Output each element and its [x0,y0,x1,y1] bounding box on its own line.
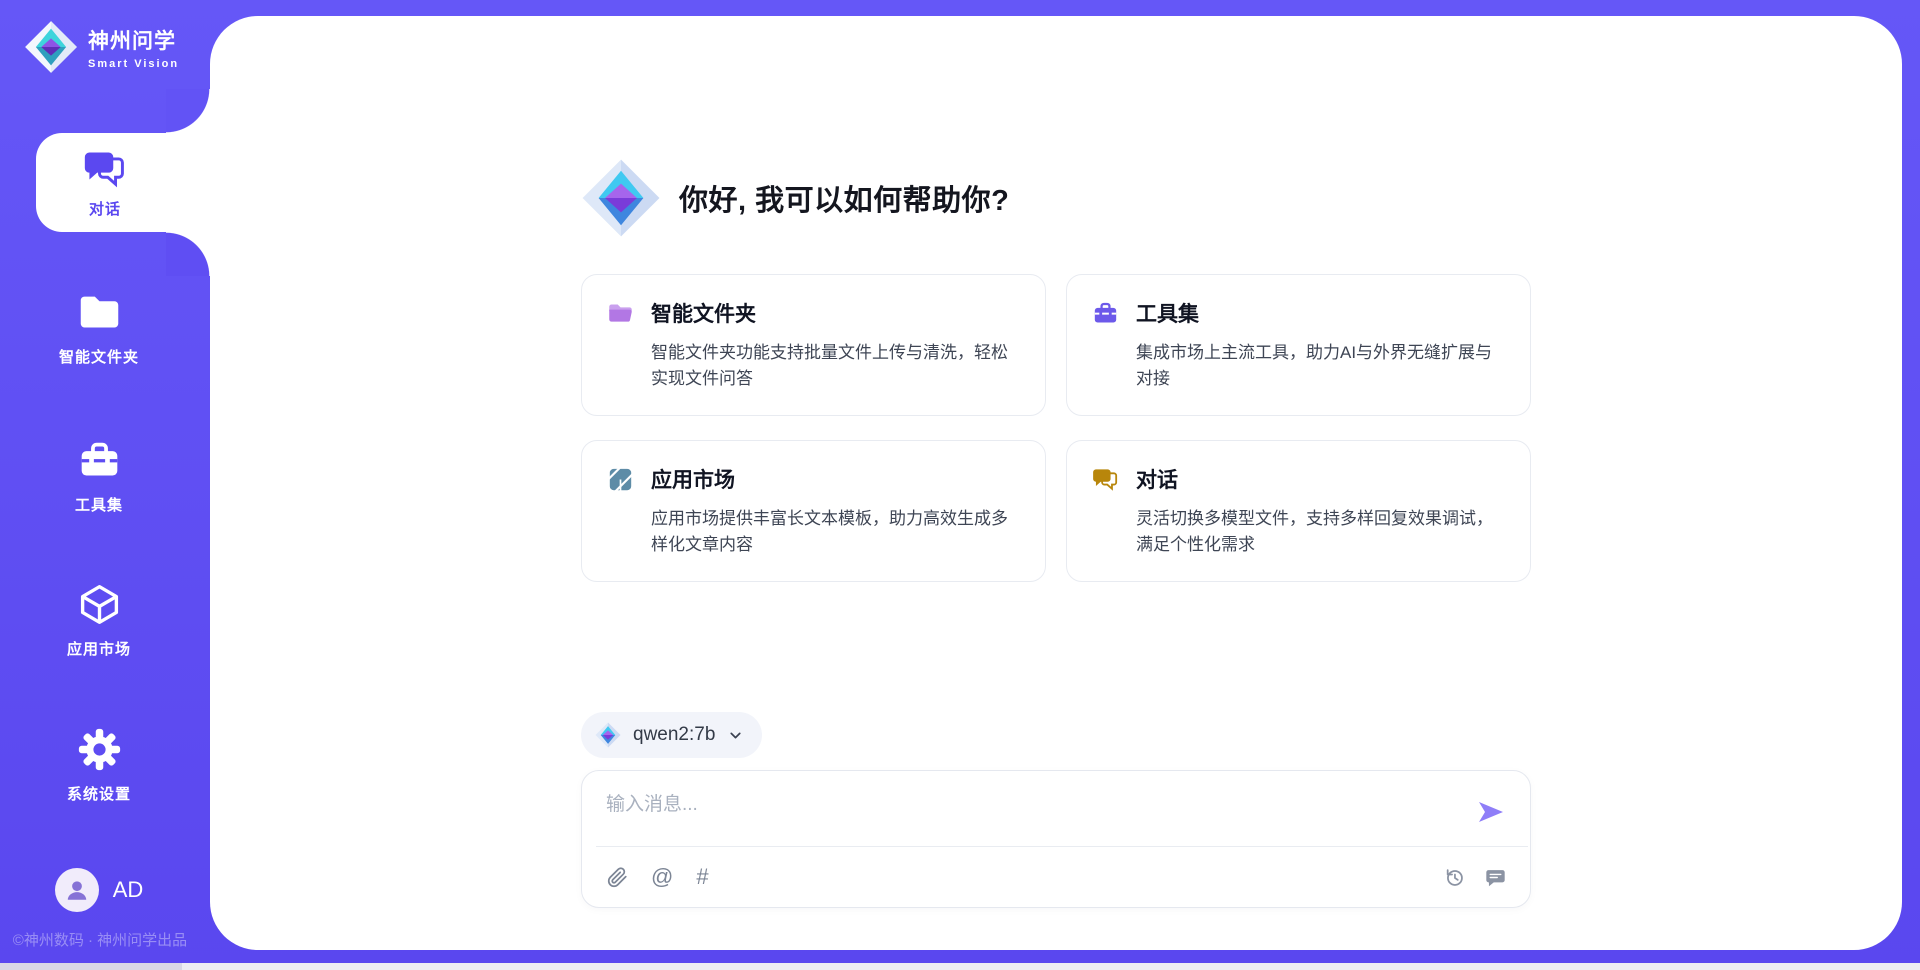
user-name: AD [113,877,144,903]
mention-button[interactable]: @ [651,866,673,888]
card-description: 智能文件夹功能支持批量文件上传与清洗，轻松实现文件问答 [651,340,1021,391]
paperclip-icon [607,867,628,888]
sidebar-item-label: 对话 [89,198,121,219]
brand-subtitle: Smart Vision [88,58,179,70]
model-selector[interactable]: qwen2:7b [581,712,762,758]
gear-icon [77,727,122,772]
briefcase-icon [77,438,122,483]
card-description: 灵活切换多模型文件，支持多样回复效果调试，满足个性化需求 [1136,506,1506,557]
card-title: 对话 [1136,464,1178,494]
send-button[interactable] [1474,797,1508,827]
sidebar-item-toolset[interactable]: 工具集 [0,438,198,515]
message-composer: @ # [581,770,1531,908]
card-app-market[interactable]: 应用市场 应用市场提供丰富长文本模板，助力高效生成多样化文章内容 [581,440,1046,582]
card-smart-folder[interactable]: 智能文件夹 智能文件夹功能支持批量文件上传与清洗，轻松实现文件问答 [581,274,1046,416]
user-profile[interactable]: AD [0,868,198,912]
brand: 神州问学 Smart Vision [24,20,179,74]
card-chat[interactable]: 对话 灵活切换多模型文件，支持多样回复效果调试，满足个性化需求 [1066,440,1531,582]
card-title: 智能文件夹 [651,298,756,328]
sidebar-item-smart-folder[interactable]: 智能文件夹 [0,290,198,367]
attach-file-button[interactable] [607,867,628,888]
person-icon [64,877,90,903]
card-description: 应用市场提供丰富长文本模板，助力高效生成多样化文章内容 [651,506,1021,557]
speech-bubble-icon [1485,867,1506,888]
tab-curve-top [166,89,210,133]
greeting-text: 你好, 我可以如何帮助你? [679,177,1009,219]
feature-cards: 智能文件夹 智能文件夹功能支持批量文件上传与清洗，轻松实现文件问答 工具 [581,274,1531,582]
card-title: 工具集 [1136,298,1199,328]
chat-input-area: qwen2:7b [581,712,1531,908]
assistant-logo-icon [581,158,661,238]
briefcase-icon [1092,300,1119,327]
message-input[interactable] [606,785,1474,829]
chat-icon [1092,466,1119,493]
card-title: 应用市场 [651,464,735,494]
sidebar-item-label: 应用市场 [67,638,131,659]
model-logo-icon [595,722,621,748]
card-description: 集成市场上主流工具，助力AI与外界无缝扩展与对接 [1136,340,1506,391]
copyright-text: ©神州数码 · 神州问学出品 [0,929,200,950]
sidebar-item-chat[interactable]: 对话 [36,133,210,232]
sidebar-item-label: 工具集 [75,494,123,515]
card-toolset[interactable]: 工具集 集成市场上主流工具，助力AI与外界无缝扩展与对接 [1066,274,1531,416]
sidebar-item-label: 智能文件夹 [59,346,139,367]
sidebar-item-settings[interactable]: 系统设置 [0,727,198,804]
model-name: qwen2:7b [633,724,715,746]
brand-logo-icon [24,20,78,74]
topic-button[interactable]: # [696,866,708,888]
at-glyph: @ [651,866,673,888]
history-icon [1444,867,1465,888]
horizontal-scrollbar[interactable] [0,963,1920,970]
send-icon [1478,801,1504,823]
main-content: 你好, 我可以如何帮助你? 智能文件夹 智能文件夹功能支持批量文件上传与清洗，轻… [210,16,1902,950]
history-button[interactable] [1444,867,1465,888]
sidebar-item-app-market[interactable]: 应用市场 [0,582,198,659]
sidebar-item-label: 系统设置 [67,783,131,804]
brand-name: 神州问学 [88,25,179,55]
cube-icon [77,582,122,627]
chevron-down-icon [727,727,744,744]
hash-glyph: # [696,866,708,888]
folder-icon [77,290,122,335]
avatar [55,868,99,912]
folder-icon [607,300,634,327]
quick-phrases-button[interactable] [1485,867,1506,888]
tab-curve-bottom [166,232,210,276]
grid-icon [607,466,634,493]
chat-icon [83,147,127,191]
greeting: 你好, 我可以如何帮助你? [581,158,1531,238]
sidebar: 神州问学 Smart Vision 对话 智能文件夹 [0,0,210,970]
